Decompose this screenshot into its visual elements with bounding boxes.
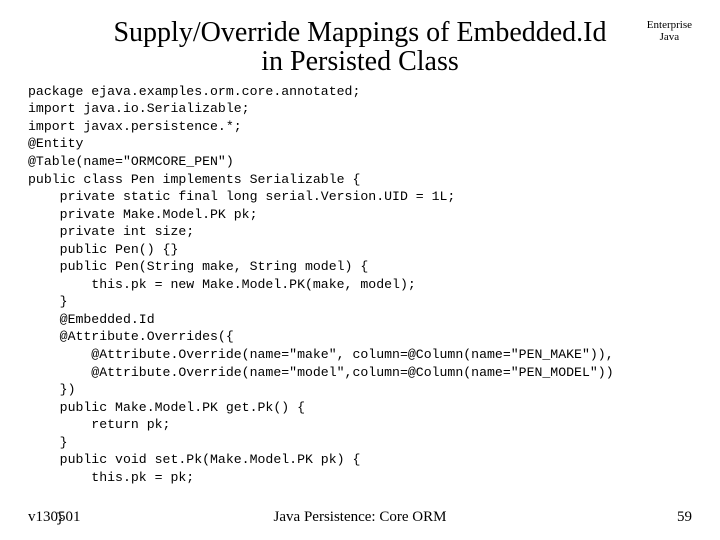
slide-container: Supply/Override Mappings of Embedded.Id … <box>0 0 720 540</box>
footer-title: Java Persistence: Core ORM <box>274 509 447 526</box>
top-right-line2: Java <box>660 31 680 43</box>
top-right-label: Enterprise Java <box>647 20 692 43</box>
top-right-line1: Enterprise <box>647 19 692 31</box>
title-line1: Supply/Override Mappings of Embedded.Id <box>113 17 606 48</box>
footer: v130501 Java Persistence: Core ORM 59 <box>28 509 692 526</box>
slide-title: Supply/Override Mappings of Embedded.Id … <box>113 18 606 77</box>
footer-version: v130501 <box>28 509 81 526</box>
code-block: package ejava.examples.orm.core.annotate… <box>28 83 692 487</box>
title-line2: in Persisted Class <box>261 46 459 77</box>
header-row: Supply/Override Mappings of Embedded.Id … <box>28 18 692 77</box>
page-number: 59 <box>677 509 692 526</box>
